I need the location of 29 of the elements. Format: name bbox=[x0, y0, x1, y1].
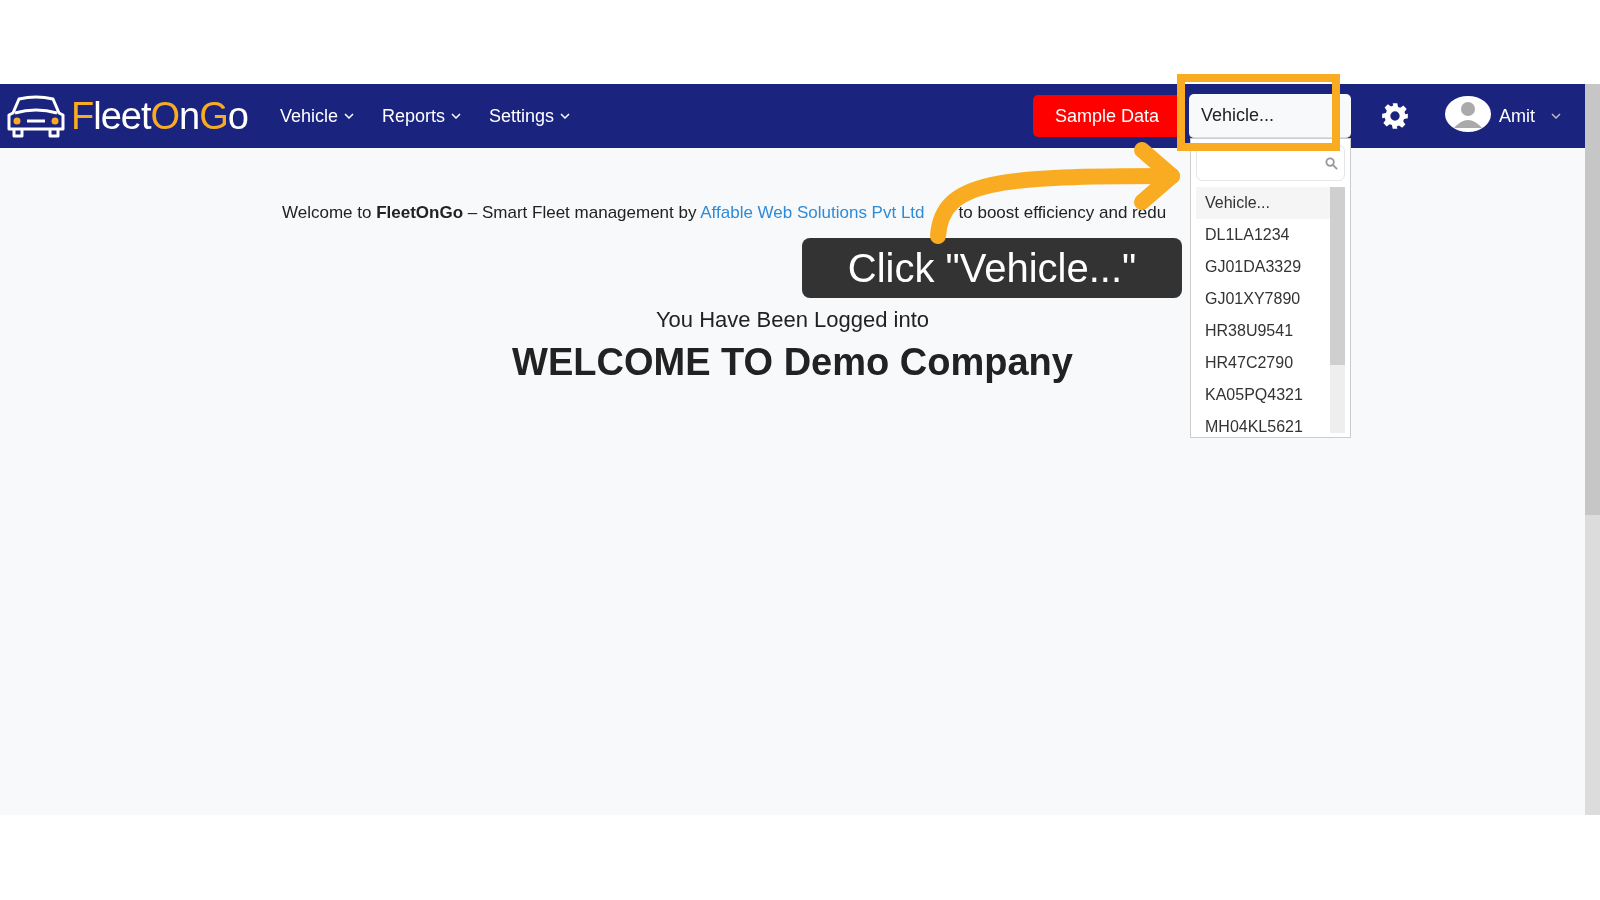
logged-in-text: You Have Been Logged into bbox=[655, 307, 930, 333]
callout-text: Click "Vehicle..." bbox=[802, 238, 1182, 298]
dropdown-option[interactable]: KA05PQ4321 bbox=[1196, 379, 1330, 411]
chevron-down-icon bbox=[451, 113, 461, 119]
search-icon bbox=[1325, 156, 1338, 170]
dropdown-option[interactable]: DL1LA1234 bbox=[1196, 219, 1330, 251]
settings-icon[interactable] bbox=[1381, 102, 1409, 130]
dropdown-option[interactable]: HR47C2790 bbox=[1196, 347, 1330, 379]
nav-menu-item[interactable]: Reports bbox=[381, 105, 461, 127]
dropdown-option[interactable]: MH04KL5621 bbox=[1196, 411, 1330, 443]
dropdown-option[interactable]: Vehicle... bbox=[1196, 187, 1330, 219]
scrollbar[interactable] bbox=[1585, 84, 1600, 815]
intro-text: Welcome to FleetOnGo – Smart Fleet management by Affable Web Solutions Pvt Ltd to boost efficiency and redu bbox=[282, 203, 1167, 223]
scrollbar-thumb[interactable] bbox=[1585, 84, 1600, 515]
nav-menu-item[interactable]: Settings bbox=[489, 105, 571, 127]
dropdown-option[interactable]: GJ01DA3329 bbox=[1196, 251, 1330, 283]
nav-menu-item[interactable]: Vehicle bbox=[279, 105, 354, 127]
car-icon bbox=[5, 93, 67, 139]
welcome-heading: WELCOME TO Demo Company bbox=[512, 341, 1073, 384]
scrollbar-thumb[interactable] bbox=[1330, 187, 1345, 365]
logo-text[interactable]: FleetOnGo bbox=[71, 94, 248, 138]
dropdown-option[interactable]: GJ01XY7890 bbox=[1196, 283, 1330, 315]
vehicle-select[interactable]: Vehicle... bbox=[1189, 94, 1351, 138]
chevron-down-icon bbox=[1551, 113, 1561, 119]
chevron-down-icon bbox=[343, 113, 354, 119]
chevron-down-icon bbox=[560, 113, 571, 119]
user-menu[interactable]: Amit bbox=[1445, 95, 1561, 137]
dropdown-option[interactable]: HR38U9541 bbox=[1196, 315, 1330, 347]
scrollbar[interactable] bbox=[1330, 187, 1345, 433]
